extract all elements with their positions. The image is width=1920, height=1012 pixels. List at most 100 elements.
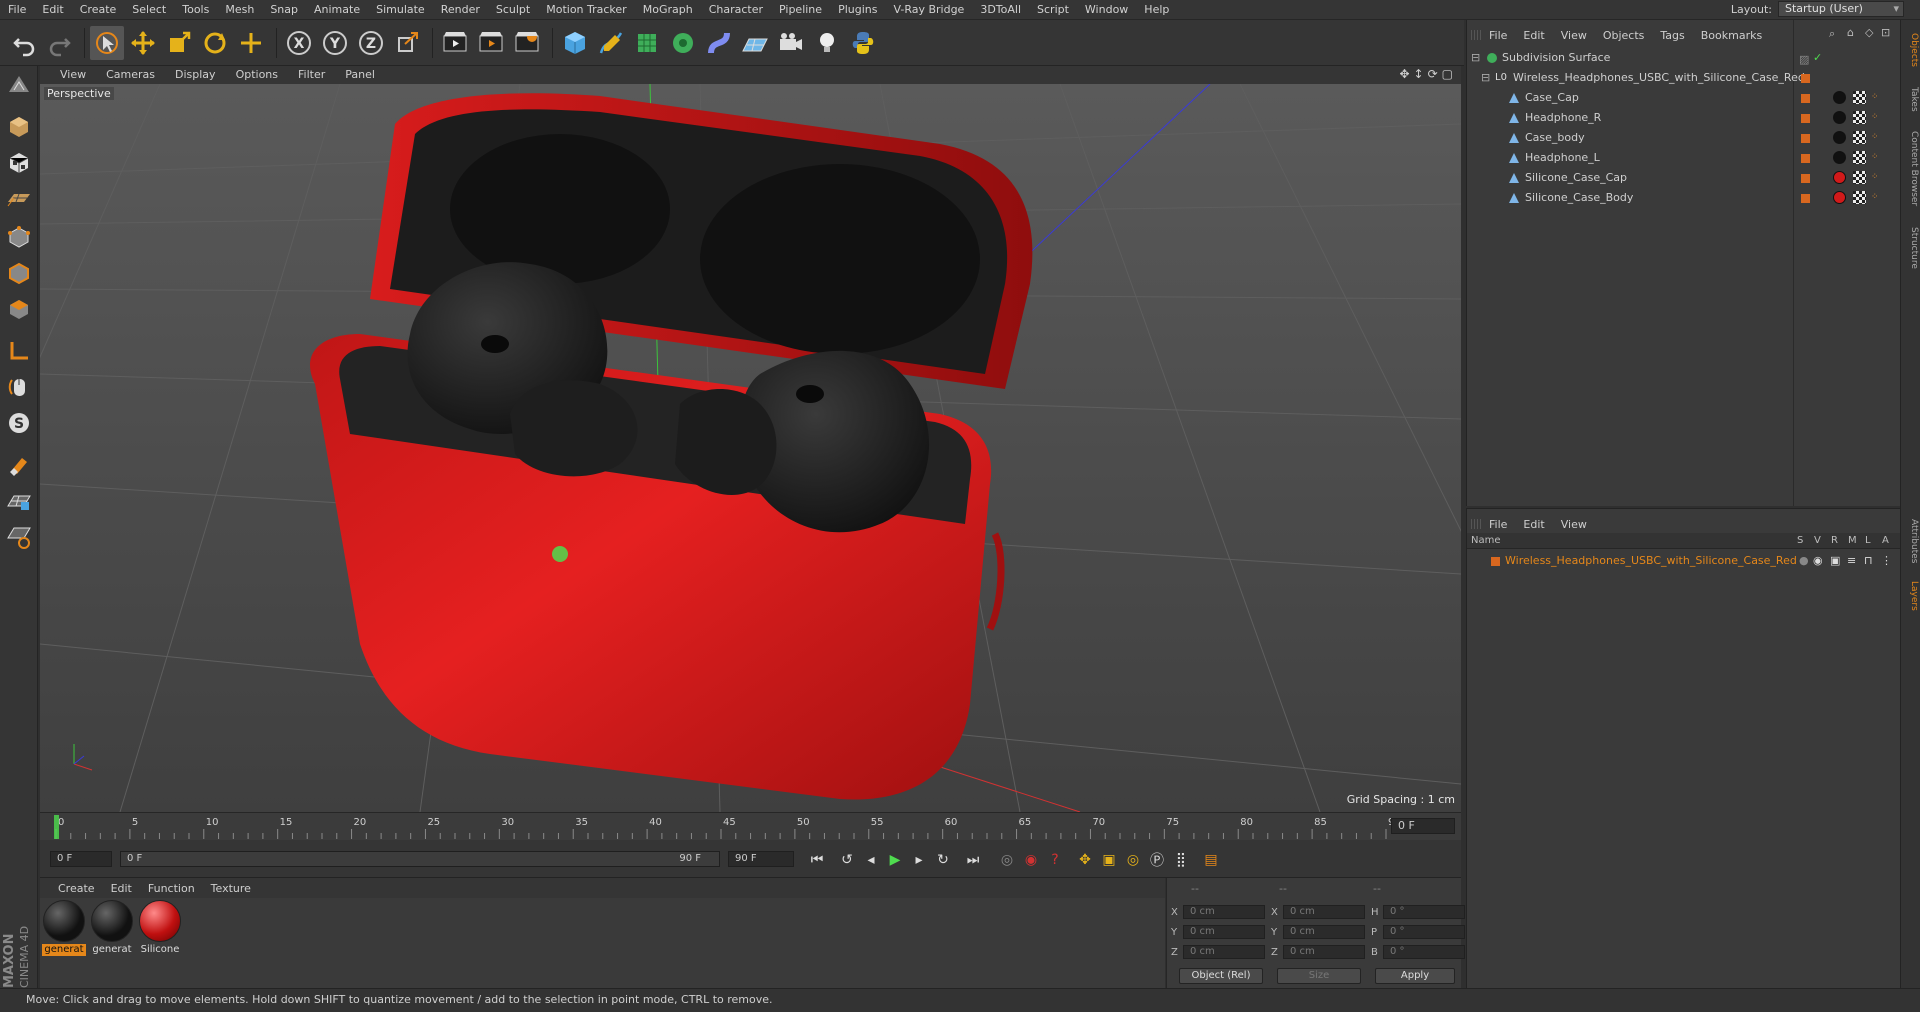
previous-frame-icon[interactable]: ◂ bbox=[860, 849, 882, 871]
tab-layers[interactable]: Layers bbox=[1903, 576, 1919, 616]
make-editable-icon[interactable] bbox=[4, 70, 34, 100]
floor-icon[interactable] bbox=[738, 26, 772, 60]
camera-icon[interactable] bbox=[774, 26, 808, 60]
current-frame-field[interactable]: 0 F bbox=[1391, 818, 1455, 834]
menu-script[interactable]: Script bbox=[1029, 0, 1077, 20]
material-item[interactable]: Silicone bbox=[138, 900, 182, 956]
menu-snap[interactable]: Snap bbox=[262, 0, 306, 20]
object-row-silicone-case-cap[interactable]: Silicone_Case_Cap ⁘ bbox=[1467, 168, 1901, 188]
scheme-menu-icon[interactable]: ▤ bbox=[1200, 849, 1222, 871]
layer-col-manager[interactable]: M bbox=[1848, 533, 1857, 549]
layer-row[interactable]: Wireless_Headphones_USBC_with_Silicone_C… bbox=[1467, 551, 1901, 571]
layout-dropdown[interactable]: Startup (User) bbox=[1778, 1, 1904, 17]
snap-icon[interactable]: S bbox=[4, 408, 34, 438]
menu-render[interactable]: Render bbox=[433, 0, 488, 20]
texture-mode-icon[interactable] bbox=[4, 148, 34, 178]
go-to-next-key-icon[interactable]: ↻ bbox=[932, 849, 954, 871]
polygons-mode-icon[interactable] bbox=[4, 294, 34, 324]
go-to-previous-key-icon[interactable]: ↺ bbox=[836, 849, 858, 871]
viewport-menu-cameras[interactable]: Cameras bbox=[96, 66, 165, 84]
rotation-b-field[interactable]: 0 ° bbox=[1383, 945, 1465, 959]
material-tag-icon[interactable] bbox=[1833, 191, 1846, 204]
magnet-icon[interactable] bbox=[4, 450, 34, 480]
viewport-menu-options[interactable]: Options bbox=[226, 66, 288, 84]
material-menu-texture[interactable]: Texture bbox=[203, 882, 259, 895]
layer-menu-view[interactable]: View bbox=[1553, 518, 1595, 531]
record-parameter-icon[interactable]: Ⓟ bbox=[1146, 849, 1168, 871]
size-z-field[interactable]: 0 cm bbox=[1283, 945, 1365, 959]
position-y-field[interactable]: 0 cm bbox=[1183, 925, 1265, 939]
layer-color-swatch[interactable] bbox=[1801, 114, 1810, 123]
material-item[interactable]: generat bbox=[90, 900, 134, 956]
deformer-icon[interactable] bbox=[702, 26, 736, 60]
new-view-icon[interactable]: ◇ bbox=[1865, 26, 1873, 39]
layer-color-swatch[interactable] bbox=[1801, 94, 1810, 103]
tab-attributes[interactable]: Attributes bbox=[1903, 510, 1919, 572]
phong-tag-icon[interactable]: ⁘ bbox=[1871, 92, 1881, 102]
subdivision-surface-icon[interactable] bbox=[630, 26, 664, 60]
menu-tools[interactable]: Tools bbox=[174, 0, 217, 20]
coordinate-system-icon[interactable] bbox=[390, 26, 424, 60]
rotation-p-field[interactable]: 0 ° bbox=[1383, 925, 1465, 939]
layer-animation-icon[interactable]: ⋮ bbox=[1881, 551, 1892, 571]
material-menu-create[interactable]: Create bbox=[50, 882, 103, 895]
menu-pipeline[interactable]: Pipeline bbox=[771, 0, 830, 20]
menu-character[interactable]: Character bbox=[701, 0, 771, 20]
scale-tool-icon[interactable] bbox=[162, 26, 196, 60]
perspective-viewport[interactable]: Perspective Grid Spacing : 1 cm bbox=[40, 84, 1461, 812]
timeline-ruler[interactable]: 051015202530354045505560657075808590 bbox=[50, 813, 1400, 841]
layer-manager-icon[interactable]: ≡ bbox=[1847, 551, 1856, 571]
material-menu-function[interactable]: Function bbox=[140, 882, 203, 895]
home-icon[interactable]: ⌂ bbox=[1847, 26, 1854, 39]
uvw-tag-icon[interactable] bbox=[1853, 131, 1866, 144]
viewport-menu-view[interactable]: View bbox=[50, 66, 96, 84]
dolly-view-icon[interactable]: ↕ bbox=[1414, 67, 1424, 81]
move-tool-icon[interactable] bbox=[126, 26, 160, 60]
rotate-view-icon[interactable]: ⟳ bbox=[1428, 67, 1438, 81]
record-point-level-icon[interactable]: ⣿ bbox=[1170, 849, 1192, 871]
layer-col-animation[interactable]: A bbox=[1882, 533, 1889, 549]
redo-icon[interactable] bbox=[42, 26, 76, 60]
menu-sculpt[interactable]: Sculpt bbox=[488, 0, 538, 20]
record-position-icon[interactable]: ✥ bbox=[1074, 849, 1096, 871]
x-axis-lock-icon[interactable]: X bbox=[282, 26, 316, 60]
record-rotation-icon[interactable]: ◎ bbox=[1122, 849, 1144, 871]
material-tag-icon[interactable] bbox=[1833, 111, 1846, 124]
tab-objects[interactable]: Objects bbox=[1903, 26, 1919, 74]
render-view-icon[interactable] bbox=[438, 26, 472, 60]
tab-content-browser[interactable]: Content Browser bbox=[1903, 124, 1919, 214]
viewport-menu-panel[interactable]: Panel bbox=[335, 66, 385, 84]
layer-solo-icon[interactable]: ● bbox=[1799, 551, 1809, 571]
position-x-field[interactable]: 0 cm bbox=[1183, 905, 1265, 919]
object-row-silicone-case-body[interactable]: Silicone_Case_Body ⁘ bbox=[1467, 188, 1901, 208]
layer-color-swatch[interactable] bbox=[1801, 74, 1810, 83]
coordinate-mode-dropdown[interactable]: Object (Rel) bbox=[1179, 968, 1263, 984]
tab-structure[interactable]: Structure bbox=[1903, 220, 1919, 276]
pan-view-icon[interactable]: ✥ bbox=[1399, 67, 1409, 81]
max-time-field[interactable]: 90 F bbox=[728, 851, 794, 867]
object-menu-bookmarks[interactable]: Bookmarks bbox=[1693, 29, 1770, 42]
position-z-field[interactable]: 0 cm bbox=[1183, 945, 1265, 959]
layer-color-swatch[interactable] bbox=[1801, 134, 1810, 143]
points-mode-icon[interactable] bbox=[4, 222, 34, 252]
preview-range-slider[interactable]: 0 F 90 F bbox=[120, 851, 720, 867]
python-icon[interactable] bbox=[846, 26, 880, 60]
object-row-group[interactable]: ⊟ L0 Wireless_Headphones_USBC_with_Silic… bbox=[1467, 68, 1901, 88]
model-mode-icon[interactable] bbox=[4, 112, 34, 142]
menu-window[interactable]: Window bbox=[1077, 0, 1136, 20]
layer-col-view[interactable]: V bbox=[1814, 533, 1821, 549]
timeline[interactable]: 051015202530354045505560657075808590 0 F bbox=[40, 812, 1461, 840]
tweak-mode-icon[interactable] bbox=[4, 372, 34, 402]
go-to-end-icon[interactable]: ⏭ bbox=[962, 849, 984, 871]
solo-mode-icon[interactable] bbox=[4, 522, 34, 552]
menu-vray-bridge[interactable]: V-Ray Bridge bbox=[885, 0, 972, 20]
object-row-headphone-l[interactable]: Headphone_L ⁘ bbox=[1467, 148, 1901, 168]
menu-simulate[interactable]: Simulate bbox=[368, 0, 433, 20]
transform-tool-icon[interactable] bbox=[234, 26, 268, 60]
layer-menu-edit[interactable]: Edit bbox=[1515, 518, 1552, 531]
layer-color-swatch[interactable] bbox=[1801, 194, 1810, 203]
edit-visibility-icon[interactable]: ▨ bbox=[1799, 50, 1809, 70]
playhead[interactable] bbox=[54, 815, 59, 839]
menu-select[interactable]: Select bbox=[124, 0, 174, 20]
render-picture-viewer-icon[interactable] bbox=[474, 26, 508, 60]
